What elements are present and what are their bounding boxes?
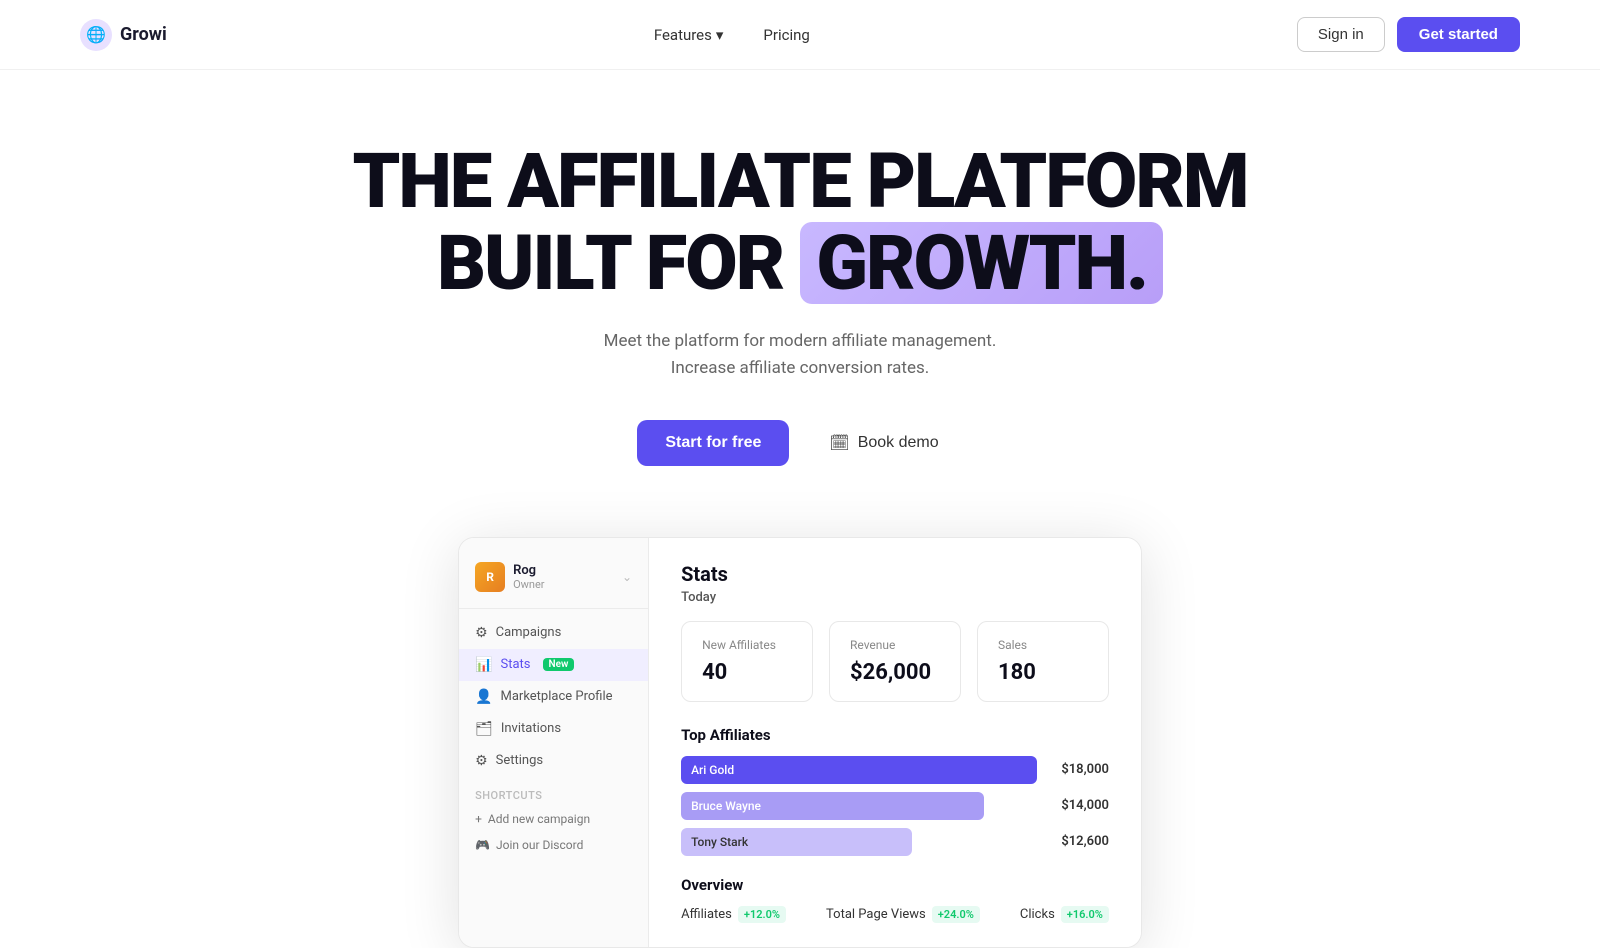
- logo-icon: 🌐: [80, 19, 112, 51]
- stats-icon: 📊: [475, 657, 492, 673]
- sidebar-label-invitations: Invitations: [501, 721, 561, 736]
- overview-title: Overview: [681, 876, 1109, 894]
- calendar-icon: 🗓: [829, 433, 849, 453]
- user-name: Rog: [513, 563, 544, 578]
- invitations-icon: 🗂: [475, 721, 493, 737]
- stat-card-revenue: Revenue $26,000: [829, 621, 961, 702]
- stat-card-new-affiliates: New Affiliates 40: [681, 621, 813, 702]
- overview-affiliates-badge: +12.0%: [738, 906, 786, 923]
- overview-clicks-badge: +16.0%: [1061, 906, 1109, 923]
- sidebar-item-campaigns[interactable]: ⚙ Campaigns: [459, 617, 648, 649]
- affiliate-bar-ari-gold: Ari Gold: [681, 756, 1037, 784]
- getstarted-button[interactable]: Get started: [1397, 17, 1520, 52]
- stat-value-new-affiliates: 40: [702, 660, 792, 685]
- affiliate-row-3: Tony Stark $12,600: [681, 828, 1109, 856]
- signin-button[interactable]: Sign in: [1297, 17, 1385, 52]
- overview-pageviews: Total Page Views +24.0%: [826, 906, 980, 923]
- today-label: Today: [681, 590, 1109, 605]
- nav-actions: Sign in Get started: [1297, 17, 1520, 52]
- affiliate-row-2: Bruce Wayne $14,000: [681, 792, 1109, 820]
- sidebar-item-invitations[interactable]: 🗂 Invitations: [459, 713, 648, 745]
- overview-clicks-label: Clicks: [1020, 907, 1055, 922]
- affiliate-row-1: Ari Gold $18,000: [681, 756, 1109, 784]
- hero-section: THE AFFILIATE PLATFORM BUILT FOR GROWTH.…: [0, 70, 1600, 517]
- overview-row: Affiliates +12.0% Total Page Views +24.0…: [681, 906, 1109, 923]
- sidebar-item-stats[interactable]: 📊 Stats New: [459, 649, 648, 681]
- stats-cards: New Affiliates 40 Revenue $26,000 Sales …: [681, 621, 1109, 702]
- nav-links: Features ▾ Pricing: [654, 26, 810, 44]
- chevron-icon: ⌄: [622, 570, 632, 584]
- hero-cta: Start for free 🗓 Book demo: [80, 419, 1520, 467]
- shortcuts-label: Shortcuts: [459, 777, 648, 806]
- discord-icon: 🎮: [475, 838, 490, 852]
- main-content: Stats Today New Affiliates 40 Revenue $2…: [649, 538, 1141, 947]
- sidebar-label-campaigns: Campaigns: [496, 625, 562, 640]
- sidebar-label-marketplace: Marketplace Profile: [501, 689, 613, 704]
- overview-affiliates: Affiliates +12.0%: [681, 906, 786, 923]
- stat-value-revenue: $26,000: [850, 660, 940, 685]
- hero-title: THE AFFILIATE PLATFORM BUILT FOR GROWTH.: [80, 140, 1520, 304]
- sidebar-label-settings: Settings: [496, 753, 543, 768]
- book-demo-button[interactable]: 🗓 Book demo: [805, 419, 962, 467]
- user-role: Owner: [513, 578, 544, 591]
- overview-pageviews-label: Total Page Views: [826, 907, 926, 922]
- settings-icon: ⚙: [475, 753, 488, 769]
- dashboard-preview: R Rog Owner ⌄ ⚙ Campaigns 📊 Stats New 👤: [458, 537, 1142, 948]
- overview-affiliates-label: Affiliates: [681, 907, 732, 922]
- sidebar: R Rog Owner ⌄ ⚙ Campaigns 📊 Stats New 👤: [459, 538, 649, 947]
- affiliate-amount-bruce-wayne: $14,000: [1049, 798, 1109, 813]
- campaigns-icon: ⚙: [475, 625, 488, 641]
- sidebar-item-settings[interactable]: ⚙ Settings: [459, 745, 648, 777]
- shortcut-add-campaign[interactable]: + Add new campaign: [459, 806, 648, 832]
- affiliate-bar-tony-stark: Tony Stark: [681, 828, 912, 856]
- stat-value-sales: 180: [998, 660, 1088, 685]
- sidebar-item-marketplace[interactable]: 👤 Marketplace Profile: [459, 681, 648, 713]
- overview-pageviews-badge: +24.0%: [932, 906, 980, 923]
- marketplace-icon: 👤: [475, 689, 492, 705]
- shortcut-discord[interactable]: 🎮 Join our Discord: [459, 832, 648, 858]
- top-affiliates-title: Top Affiliates: [681, 726, 1109, 744]
- affiliate-bar-bruce-wayne: Bruce Wayne: [681, 792, 983, 820]
- affiliate-amount-tony-stark: $12,600: [1049, 834, 1109, 849]
- stat-label-sales: Sales: [998, 638, 1088, 652]
- growth-highlight: GROWTH.: [800, 222, 1163, 304]
- avatar: R: [475, 562, 505, 592]
- navbar: 🌐 Growi Features ▾ Pricing Sign in Get s…: [0, 0, 1600, 70]
- logo[interactable]: 🌐 Growi: [80, 19, 167, 51]
- nav-pricing[interactable]: Pricing: [763, 26, 809, 44]
- stat-card-sales: Sales 180: [977, 621, 1109, 702]
- stat-label-new-affiliates: New Affiliates: [702, 638, 792, 652]
- nav-features[interactable]: Features ▾: [654, 26, 724, 44]
- plus-icon: +: [475, 812, 482, 826]
- sidebar-user: R Rog Owner ⌄: [459, 554, 648, 609]
- affiliate-amount-ari-gold: $18,000: [1049, 762, 1109, 777]
- hero-subtitle: Meet the platform for modern affiliate m…: [80, 328, 1520, 382]
- stats-title: Stats: [681, 562, 1109, 586]
- logo-text: Growi: [120, 24, 167, 45]
- new-badge: New: [543, 658, 575, 671]
- chevron-down-icon: ▾: [716, 26, 724, 44]
- stat-label-revenue: Revenue: [850, 638, 940, 652]
- overview-clicks: Clicks +16.0%: [1020, 906, 1109, 923]
- sidebar-label-stats: Stats: [501, 657, 531, 672]
- start-free-button[interactable]: Start for free: [637, 420, 789, 466]
